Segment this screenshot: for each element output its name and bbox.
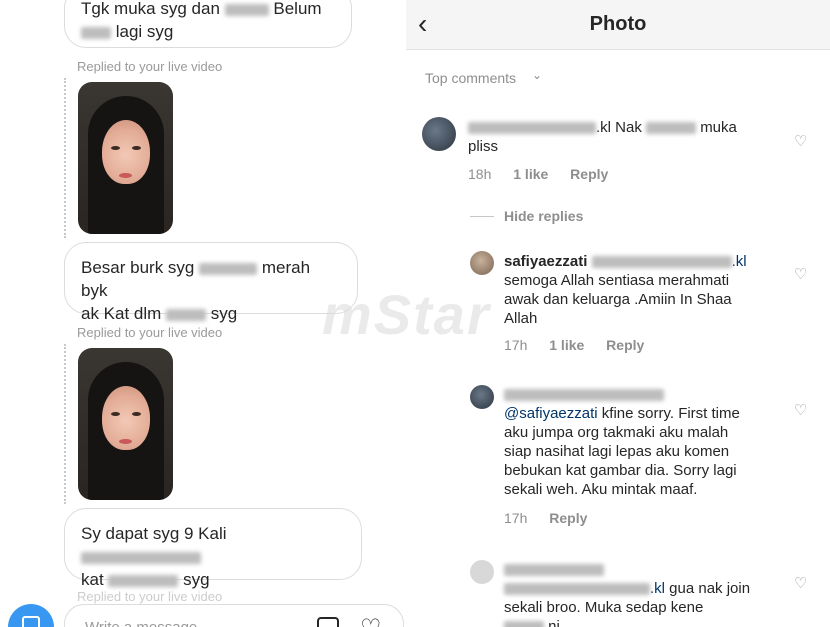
header-bar: ‹ Photo: [406, 0, 830, 50]
comment-text: .kl gua nak join sekali broo. Muka sedap…: [504, 560, 794, 627]
comment-text-part: pliss: [468, 138, 499, 155]
redacted-text: [646, 122, 697, 135]
comment-meta: 18h 1 like Reply: [468, 166, 632, 182]
comment-text: @safiyaezzati kfine sorry. First time ak…: [504, 385, 794, 499]
comment-text-part: ni: [548, 618, 560, 627]
screenshot-root: Tgk muka syg dan Belum lagi syg Replied …: [0, 0, 830, 627]
avatar[interactable]: [470, 385, 494, 409]
reply-divider: [64, 344, 66, 504]
eye-shape: [111, 146, 120, 150]
replied-note: Replied to your live video: [77, 59, 223, 74]
redacted-mention: [504, 583, 650, 596]
redacted-text: [81, 26, 111, 39]
redacted-text: [199, 262, 258, 275]
message-text: syg: [183, 570, 210, 589]
redacted-username: [504, 564, 604, 577]
comment-text-part: kfine sorry. First time: [601, 405, 740, 422]
comment-mention[interactable]: .kl: [732, 253, 747, 270]
eye-shape: [132, 412, 141, 416]
eye-shape: [132, 146, 141, 150]
reply-divider: [64, 78, 66, 238]
watermark: mStar: [322, 283, 491, 346]
comment-text-part: awak dan keluarga .Amiin In Shaa: [504, 291, 732, 308]
redacted-text: [224, 3, 269, 16]
reply-button[interactable]: Reply: [606, 337, 644, 353]
lip-shape: [119, 173, 132, 178]
hide-replies-button[interactable]: Hide replies: [504, 208, 583, 224]
page-title: Photo: [589, 13, 647, 35]
message-text: kat: [81, 570, 104, 589]
heart-icon[interactable]: ♡: [360, 614, 382, 627]
comment-text-part: Allah: [504, 310, 538, 327]
message-composer[interactable]: Write a message...: [64, 604, 404, 627]
camera-button[interactable]: [8, 604, 54, 627]
comment-meta: 17h 1 like Reply: [504, 337, 668, 353]
comment-text-part: aku jumpa org takmaki aku malah: [504, 424, 729, 441]
comment-mention[interactable]: .kl: [650, 580, 665, 597]
message-text: Belum: [273, 0, 322, 18]
avatar[interactable]: [470, 560, 494, 584]
comment-text-part: .kl Nak: [596, 119, 642, 136]
comment-likes[interactable]: 1 like: [513, 166, 548, 182]
chevron-down-icon[interactable]: ⌄: [532, 68, 542, 82]
image-icon[interactable]: [317, 617, 339, 627]
eye-shape: [111, 412, 120, 416]
reply-button[interactable]: Reply: [570, 166, 608, 182]
comment-likes[interactable]: 1 like: [549, 337, 584, 353]
comment-text-part: muka: [700, 119, 737, 136]
comment-text-part: gua nak join: [669, 580, 751, 597]
redacted-text: [166, 308, 207, 321]
replied-note: Replied to your live video: [77, 589, 223, 604]
comment-meta: 17h Reply: [504, 510, 611, 526]
message-text: Sy dapat syg 9 Kali: [81, 524, 227, 543]
replied-note: Replied to your live video: [77, 325, 223, 340]
comment-username[interactable]: safiyaezzati: [504, 253, 587, 270]
redacted-text: [108, 574, 179, 587]
lip-shape: [119, 439, 132, 444]
live-video-thumbnail[interactable]: [78, 82, 173, 234]
redacted-mention: [591, 256, 732, 269]
comment-text-part: semoga Allah sentiasa merahmati: [504, 272, 730, 289]
live-video-thumbnail[interactable]: [78, 348, 173, 500]
like-heart-icon[interactable]: ♡: [794, 132, 807, 150]
comment-text-part: sekali weh. Aku mintak maaf.: [504, 481, 698, 498]
comment-text-part: sekali broo. Muka sedap kene: [504, 599, 704, 616]
comment-text: .kl Nak muka pliss: [468, 118, 788, 156]
camera-icon: [22, 616, 40, 627]
comment-text-part: siap nasihat lagi lepas aku komen: [504, 443, 730, 460]
like-heart-icon[interactable]: ♡: [794, 401, 807, 419]
redacted-text: [504, 621, 544, 627]
like-heart-icon[interactable]: ♡: [794, 574, 807, 592]
comment-time: 18h: [468, 166, 492, 182]
message-bubble: Sy dapat syg 9 Kali kat syg: [64, 508, 362, 589]
message-bubble: Tgk muka syg dan Belum lagi syg: [64, 0, 352, 48]
like-heart-icon[interactable]: ♡: [794, 265, 807, 283]
message-text: Tgk muka syg dan: [81, 0, 220, 18]
comment-text: safiyaezzati .kl semoga Allah sentiasa m…: [504, 252, 794, 328]
comment-time: 17h: [504, 510, 528, 526]
top-comments-label[interactable]: Top comments: [425, 70, 516, 86]
message-text: lagi syg: [115, 22, 174, 41]
message-text: ak Kat dlm: [81, 304, 162, 323]
comment-mention[interactable]: @safiyaezzati: [504, 405, 598, 422]
message-bubble: Besar burk syg merah byk ak Kat dlm syg: [64, 242, 358, 323]
divider: [470, 216, 494, 217]
redacted-username: [468, 122, 596, 135]
reply-button[interactable]: Reply: [549, 510, 587, 526]
avatar[interactable]: [470, 251, 494, 275]
message-input-placeholder: Write a message...: [85, 619, 210, 627]
message-text: Besar burk syg: [81, 258, 195, 277]
comment-text-part: bebukan kat gambar dia. Sorry lagi: [504, 462, 737, 479]
comment-time: 17h: [504, 337, 528, 353]
message-text: syg: [210, 304, 238, 323]
avatar[interactable]: [422, 117, 456, 151]
redacted-text: [81, 551, 201, 564]
redacted-username: [504, 389, 664, 402]
